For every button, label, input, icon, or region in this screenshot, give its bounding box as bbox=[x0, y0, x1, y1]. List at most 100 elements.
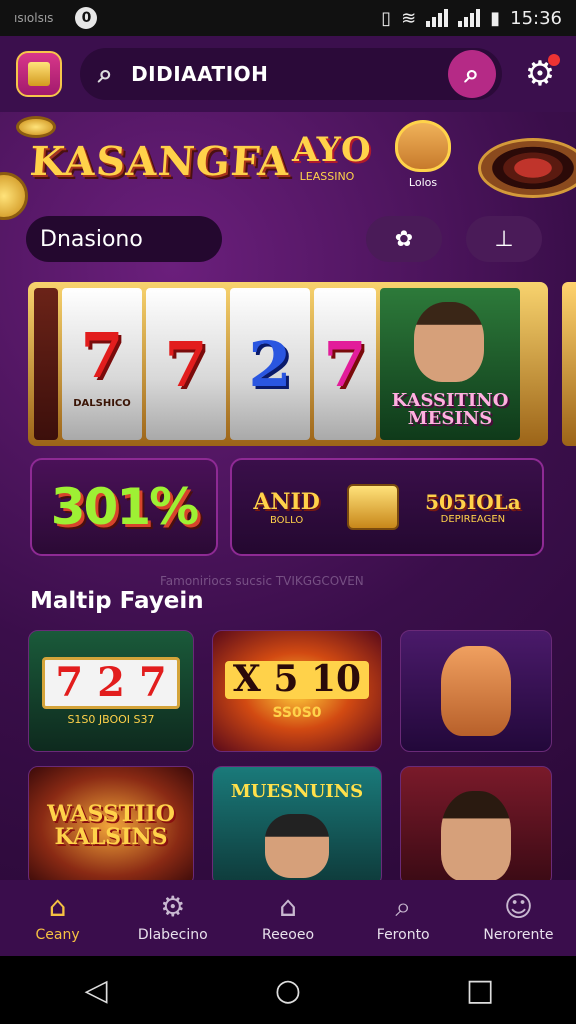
slot-reel: 7 bbox=[314, 288, 376, 440]
game-poster: KASSITINO MESINS bbox=[380, 288, 520, 440]
portrait-image bbox=[441, 791, 511, 880]
logo-icon bbox=[28, 62, 50, 86]
game-card-content: X 5 10 SS0S0 bbox=[224, 660, 370, 721]
wolf-image bbox=[441, 646, 511, 736]
search-button-icon: ⌕ bbox=[464, 58, 480, 89]
filter-button-1[interactable]: ✿ bbox=[366, 216, 442, 262]
tab-label: Dlabecino bbox=[137, 927, 208, 943]
recents-icon[interactable]: □ bbox=[450, 973, 510, 1008]
game-card[interactable] bbox=[400, 766, 552, 880]
search-button[interactable]: ⌕ bbox=[448, 50, 496, 98]
reel-symbol: 7 bbox=[164, 327, 208, 401]
reel-symbol: 7 bbox=[80, 319, 124, 392]
reel-side bbox=[34, 288, 58, 440]
tab-label: Nerorente bbox=[483, 927, 554, 943]
slot-reel: 2 bbox=[230, 288, 310, 440]
settings-button[interactable]: ⚙ bbox=[520, 54, 560, 94]
notification-badge bbox=[548, 54, 560, 66]
mini-logo-text: AYO bbox=[292, 130, 371, 170]
game-card[interactable]: WASSTIIO KALSINS bbox=[28, 766, 194, 880]
promo-label-sub: DEPIREAGEN bbox=[440, 513, 506, 525]
search-bar[interactable]: ⌕ DIDIAATIOH ⌕ bbox=[80, 48, 502, 100]
back-icon[interactable]: ◁ bbox=[66, 973, 126, 1008]
bottom-tab-bar: ⌂ Ceany ⚙ Dlabecino ⌂ Reeoeo ⌕ Feronto ☺ Nero… bbox=[0, 880, 576, 956]
tab-settings[interactable]: ⚙ Dlabecino bbox=[115, 880, 230, 956]
search-icon: ⌕ bbox=[98, 58, 114, 89]
next-banner-edge bbox=[562, 282, 576, 446]
status-left: ısıolsıs 0 bbox=[14, 7, 98, 29]
game-card[interactable]: MUESNUINS bbox=[212, 766, 382, 880]
filter-search[interactable]: Dnasiono bbox=[26, 216, 222, 262]
poster-text: KASSITINO MESINS bbox=[391, 390, 509, 429]
promo-emblem: ANID BOLLO bbox=[253, 489, 320, 526]
game-card-content: 7 2 7 S1S0 JBOOI S37 bbox=[42, 656, 180, 726]
promo-percent: 301% bbox=[50, 478, 199, 536]
promo-label-text: 505IOLa bbox=[425, 489, 521, 514]
poster-face bbox=[414, 302, 484, 382]
tab-search[interactable]: ⌕ Feronto bbox=[346, 880, 461, 956]
roulette-wheel bbox=[478, 138, 576, 198]
promo-offer-card[interactable]: ANID BOLLO 505IOLa DEPIREAGEN bbox=[230, 458, 544, 556]
filter-button-2[interactable]: ⊥ bbox=[466, 216, 542, 262]
status-left-text: ısıolsıs bbox=[14, 11, 54, 25]
mascot-image: Lolos bbox=[386, 120, 460, 204]
tab-label: Ceany bbox=[35, 927, 80, 943]
main-content: KASANGFA AYO LEASSINO Lolos Dnasiono ✿ ⊥… bbox=[0, 112, 576, 880]
slot-reel: 7 bbox=[146, 288, 226, 440]
vibrate-icon: ▯ bbox=[381, 7, 392, 29]
slot-reel: 7 DALSHICO bbox=[62, 288, 142, 440]
house-icon: ⌂ bbox=[279, 890, 297, 923]
promo-bonus-card[interactable]: 301% bbox=[30, 458, 218, 556]
section-caption: Famoniriocs sucsic TVIKGGCOVEN bbox=[160, 574, 364, 588]
reel-symbol: 7 bbox=[323, 327, 367, 401]
game-card-title: X 5 10 bbox=[224, 660, 370, 699]
flower-icon: ✿ bbox=[394, 226, 414, 252]
wifi-icon: ≋ bbox=[401, 7, 417, 29]
treasure-chest-icon bbox=[346, 484, 399, 530]
home-circle-icon[interactable]: ○ bbox=[258, 973, 318, 1008]
app-logo-button[interactable] bbox=[16, 51, 62, 97]
game-card-sub: SS0S0 bbox=[272, 704, 322, 721]
tab-profile[interactable]: ☺ Nerorente bbox=[461, 880, 576, 956]
promo-label: 505IOLa DEPIREAGEN bbox=[425, 490, 521, 525]
promo-emblem-sub: BOLLO bbox=[269, 514, 304, 526]
reel-sub: DALSHICO bbox=[73, 398, 131, 409]
search-icon: ⌕ bbox=[395, 890, 412, 923]
status-bar: ısıolsıs 0 ▯ ≋ ▮ 15:36 bbox=[0, 0, 576, 36]
mini-logo-sub: LEASSINO bbox=[299, 170, 355, 183]
status-right: ▯ ≋ ▮ 15:36 bbox=[381, 8, 562, 29]
search-input[interactable]: DIDIAATIOH bbox=[131, 62, 268, 86]
coin-decoration bbox=[0, 172, 28, 220]
tab-label: Feronto bbox=[376, 927, 430, 943]
game-card[interactable] bbox=[400, 630, 552, 752]
filter-search-text: Dnasiono bbox=[40, 226, 143, 252]
mascot-sub: Lolos bbox=[408, 176, 438, 189]
status-time: 15:36 bbox=[510, 7, 562, 29]
notification-icon: 0 bbox=[75, 7, 98, 29]
mascot-head bbox=[395, 120, 451, 172]
coin-decoration bbox=[16, 116, 56, 138]
tab-home[interactable]: ⌂ Ceany bbox=[0, 880, 115, 956]
signal-icon bbox=[426, 9, 449, 27]
section-title: Maltip Fayein bbox=[30, 588, 204, 614]
promo-emblem-text: ANID bbox=[253, 488, 320, 515]
reel-symbol: 2 bbox=[248, 327, 292, 401]
signal-icon-2 bbox=[458, 9, 481, 27]
game-card-title: WASSTIIO KALSINS bbox=[47, 800, 175, 850]
game-card-title: MUESNUINS bbox=[230, 781, 364, 802]
home-icon: ⌂ bbox=[48, 890, 67, 923]
game-card-sub: S1S0 JBOOI S37 bbox=[67, 712, 155, 726]
mini-logo: AYO LEASSINO bbox=[292, 130, 371, 210]
hero-banner: KASANGFA AYO LEASSINO Lolos bbox=[0, 112, 576, 220]
slot-machine-banner[interactable]: 7 DALSHICO 7 2 7 KASSITINO MESINS bbox=[28, 282, 548, 446]
tower-icon: ⊥ bbox=[494, 226, 514, 252]
tab-label: Reeoeo bbox=[261, 927, 315, 943]
brand-logo: KASANGFA bbox=[28, 138, 292, 185]
top-bar: ⌕ DIDIAATIOH ⌕ ⚙ bbox=[0, 36, 576, 112]
battery-icon: ▮ bbox=[490, 7, 501, 29]
cowboy-image bbox=[265, 814, 329, 878]
tab-lobby[interactable]: ⌂ Reeoeo bbox=[230, 880, 345, 956]
game-card[interactable]: X 5 10 SS0S0 bbox=[212, 630, 382, 752]
game-card[interactable]: 7 2 7 S1S0 JBOOI S37 bbox=[28, 630, 194, 752]
gear-icon: ⚙ bbox=[160, 890, 186, 923]
